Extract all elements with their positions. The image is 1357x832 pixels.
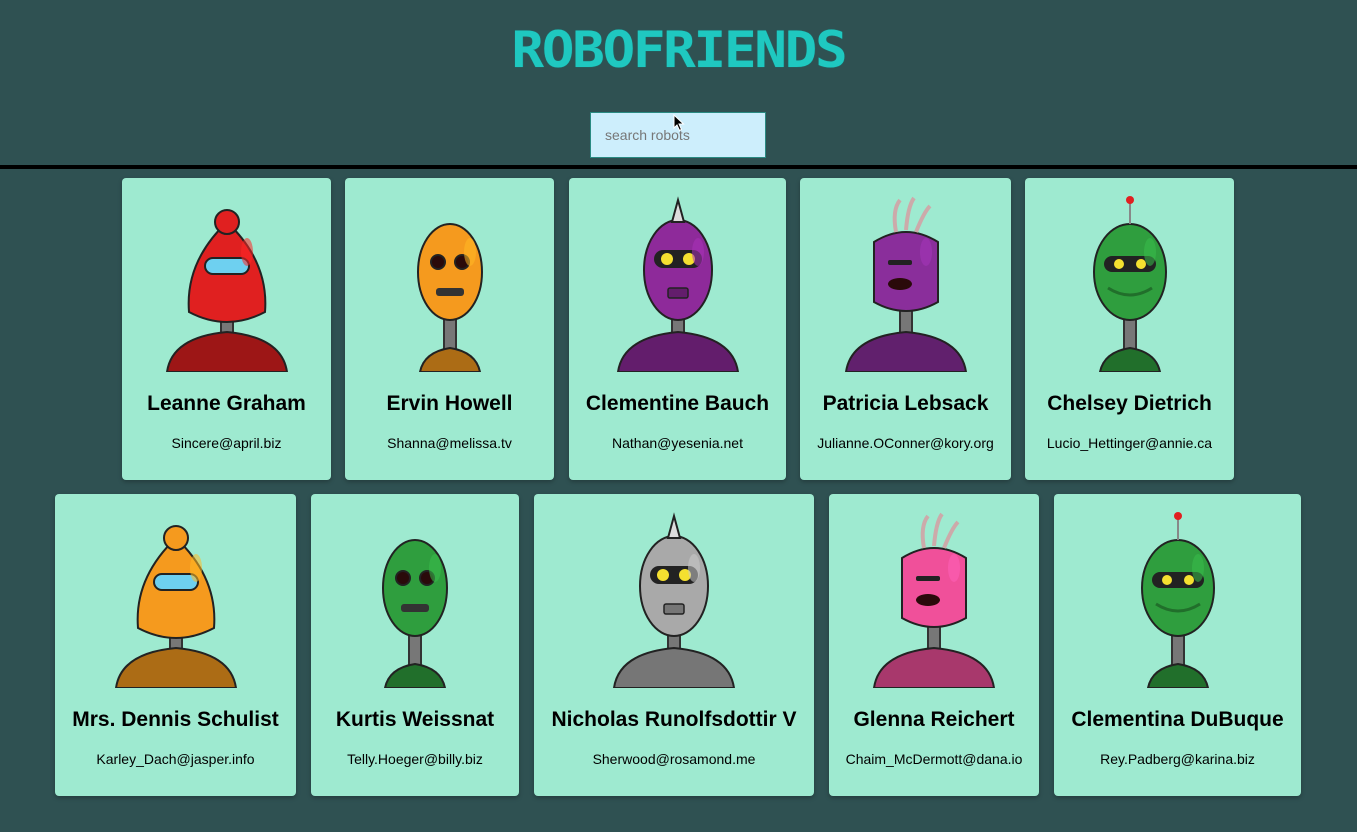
red-robot-icon [165, 209, 288, 372]
purple-robot-icon [616, 196, 739, 372]
purple-robot-icon [844, 196, 967, 372]
robot-card[interactable]: Mrs. Dennis Schulist Karley_Dach@jasper.… [55, 494, 296, 796]
robot-card[interactable]: Leanne Graham Sincere@april.biz [122, 178, 331, 480]
robot-email: Rey.Padberg@karina.biz [1100, 751, 1255, 767]
robot-name: Chelsey Dietrich [1047, 392, 1212, 415]
robot-name: Leanne Graham [147, 392, 306, 415]
gray-robot-icon [612, 512, 736, 688]
robot-card[interactable]: Chelsey Dietrich Lucio_Hettinger@annie.c… [1025, 178, 1234, 480]
pink-robot-icon [872, 512, 996, 688]
green-robot-icon [382, 539, 448, 688]
robot-card[interactable]: Patricia Lebsack Julianne.OConner@kory.o… [800, 178, 1011, 480]
app-logo-title: ROBOFRIENDS [511, 21, 848, 79]
robot-email: Lucio_Hettinger@annie.ca [1046, 435, 1213, 451]
robot-email: Julianne.OConner@kory.org [817, 435, 994, 451]
robot-email: Sincere@april.biz [171, 435, 282, 451]
robot-email: Sherwood@rosamond.me [592, 751, 756, 767]
robot-card[interactable]: Glenna Reichert Chaim_McDermott@dana.io [829, 494, 1039, 796]
green-robot-icon [1140, 512, 1215, 688]
robot-name: Clementine Bauch [585, 392, 770, 415]
robot-card[interactable]: Ervin Howell Shanna@melissa.tv [345, 178, 554, 480]
robot-name: Kurtis Weissnat [335, 708, 495, 731]
robot-name: Patricia Lebsack [822, 392, 989, 415]
robot-name: Glenna Reichert [853, 708, 1015, 731]
header-divider [0, 165, 1357, 169]
robot-email: Nathan@yesenia.net [612, 435, 743, 451]
robot-name: Mrs. Dennis Schulist [72, 708, 279, 731]
robot-email: Telly.Hoeger@billy.biz [347, 751, 483, 767]
robot-email: Karley_Dach@jasper.info [96, 751, 255, 767]
robot-name: Nicholas Runolfsdottir V [551, 708, 797, 731]
orange-robot-icon [114, 525, 237, 688]
robot-name: Ervin Howell [386, 392, 513, 415]
robot-card[interactable]: Clementina DuBuque Rey.Padberg@karina.bi… [1054, 494, 1301, 796]
robot-email: Chaim_McDermott@dana.io [845, 751, 1023, 767]
mouse-cursor-icon [673, 114, 685, 132]
orange-robot-icon [416, 223, 483, 372]
header: ROBOFRIENDS [0, 0, 1357, 166]
robot-card[interactable]: Clementine Bauch Nathan@yesenia.net [569, 178, 786, 480]
robot-name: Clementina DuBuque [1071, 708, 1284, 731]
robot-card[interactable]: Nicholas Runolfsdottir V Sherwood@rosamo… [534, 494, 814, 796]
green-robot-icon [1092, 196, 1167, 372]
robot-email: Shanna@melissa.tv [387, 435, 512, 451]
robot-card[interactable]: Kurtis Weissnat Telly.Hoeger@billy.biz [311, 494, 519, 796]
